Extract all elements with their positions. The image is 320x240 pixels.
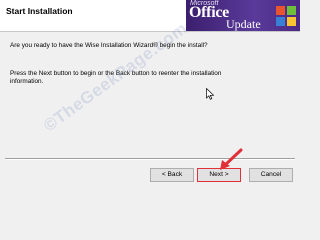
office-logo-icon (276, 6, 296, 26)
office-update-logo: Microsoft Office Update (186, 0, 300, 31)
mouse-cursor-icon (206, 88, 214, 100)
wizard-header: Start Installation Microsoft Office Upda… (0, 0, 300, 32)
logo-subtitle: Update (226, 17, 261, 31)
back-button[interactable]: < Back (150, 168, 194, 182)
red-arrow-icon (220, 148, 243, 170)
cancel-button[interactable]: Cancel (249, 168, 293, 182)
page-title: Start Installation (6, 6, 73, 16)
logo-product: Office (189, 4, 229, 21)
button-separator (5, 158, 295, 160)
